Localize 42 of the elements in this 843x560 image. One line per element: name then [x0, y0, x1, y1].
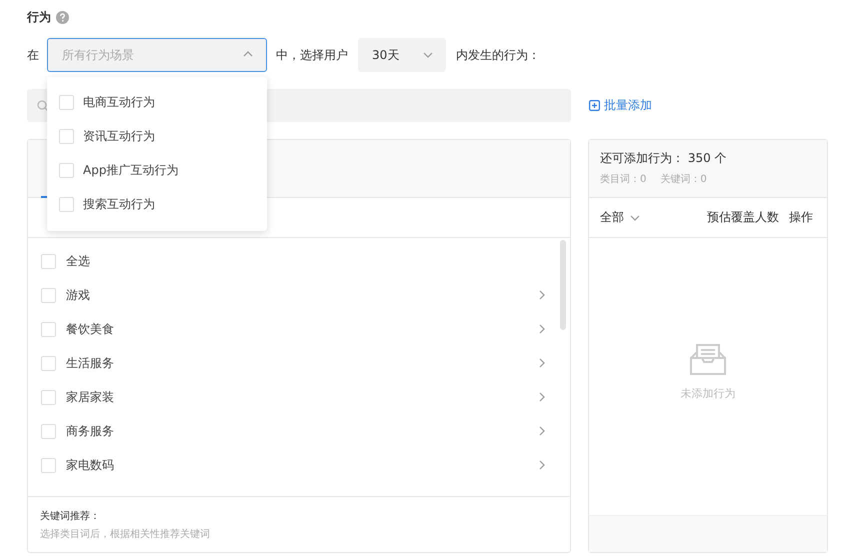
inbox-icon [689, 342, 727, 376]
add-icon [589, 100, 600, 111]
menu-item[interactable]: 搜索互动行为 [83, 196, 155, 212]
checkbox[interactable] [41, 254, 56, 268]
category-item[interactable]: 游戏 [66, 286, 526, 304]
checkbox[interactable] [41, 288, 56, 302]
category-item[interactable]: 餐饮美食 [66, 320, 526, 338]
empty-message: 未添加行为 [680, 386, 736, 401]
checkbox[interactable] [59, 128, 74, 144]
footer-hint: 选择类目词后，根据相关性推荐关键词 [40, 528, 211, 541]
category-item[interactable]: 商务服务 [66, 422, 526, 440]
category-count: 类目词：0 [600, 172, 646, 186]
checkbox[interactable] [41, 458, 56, 472]
checkbox[interactable] [41, 390, 56, 404]
period-select[interactable]: 30天 [358, 38, 446, 72]
filter-label: 在 [27, 46, 39, 64]
filter-dropdown[interactable]: 全部 [600, 209, 641, 226]
section-title: 行为 [27, 8, 51, 26]
category-item[interactable]: 生活服务 [66, 354, 526, 372]
filter-label: 中，选择用户 [276, 46, 348, 64]
category-item[interactable]: 全选 [66, 252, 548, 270]
filter-label: 内发生的行为： [456, 46, 540, 64]
column-header: 操作 [789, 209, 813, 226]
category-item[interactable]: 家电数码 [66, 456, 526, 474]
remaining-count: 还可添加行为： 350 个 [600, 150, 728, 167]
checkbox[interactable] [59, 94, 74, 110]
category-item[interactable]: 家居家装 [66, 388, 526, 406]
checkbox[interactable] [59, 162, 74, 178]
checkbox[interactable] [41, 424, 56, 438]
menu-item[interactable]: App推广互动行为 [83, 162, 178, 178]
checkbox[interactable] [41, 356, 56, 370]
scrollbar[interactable] [560, 240, 566, 330]
checkbox[interactable] [41, 322, 56, 336]
menu-item[interactable]: 电商互动行为 [83, 94, 155, 110]
search-icon [37, 100, 49, 112]
footer-title: 关键词推荐： [40, 510, 101, 523]
batch-add-link[interactable]: 批量添加 [589, 97, 652, 114]
column-header: 预估覆盖人数 [707, 209, 779, 226]
keyword-count: 关键词：0 [660, 172, 707, 186]
help-icon [56, 10, 69, 24]
menu-item[interactable]: 资讯互动行为 [83, 128, 155, 144]
checkbox[interactable] [59, 196, 74, 212]
